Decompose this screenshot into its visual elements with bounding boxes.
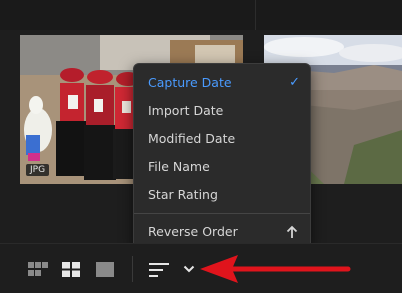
menu-separator — [134, 213, 310, 214]
checkmark-icon: ✓ — [289, 75, 300, 90]
toolbar-separator — [132, 256, 133, 282]
sort-menu: Capture Date ✓ Import Date Modified Date… — [133, 63, 311, 250]
grid-large-icon[interactable] — [62, 262, 80, 277]
menu-item-capture-date[interactable]: Capture Date ✓ — [134, 69, 310, 97]
menu-item-label: Star Rating — [148, 187, 218, 202]
menu-item-label: Capture Date — [148, 75, 232, 90]
menu-item-file-name[interactable]: File Name — [134, 153, 310, 181]
single-view-icon[interactable] — [96, 262, 114, 277]
chevron-down-icon[interactable] — [183, 264, 195, 274]
menu-item-modified-date[interactable]: Modified Date — [134, 125, 310, 153]
menu-item-label: Reverse Order — [148, 224, 238, 239]
grid-small-icon[interactable] — [28, 262, 48, 277]
file-type-badge: JPG — [26, 164, 50, 176]
menu-item-label: Import Date — [148, 103, 224, 118]
menu-item-label: File Name — [148, 159, 210, 174]
menu-item-import-date[interactable]: Import Date — [134, 97, 310, 125]
annotation-arrow — [200, 255, 351, 283]
top-divider — [255, 0, 256, 30]
menu-item-reverse-order[interactable]: Reverse Order — [134, 218, 310, 246]
arrow-up-icon — [286, 225, 298, 238]
top-strip — [0, 0, 402, 30]
sort-icon[interactable] — [149, 262, 171, 278]
menu-item-star-rating[interactable]: Star Rating — [134, 181, 310, 209]
menu-item-label: Modified Date — [148, 131, 236, 146]
